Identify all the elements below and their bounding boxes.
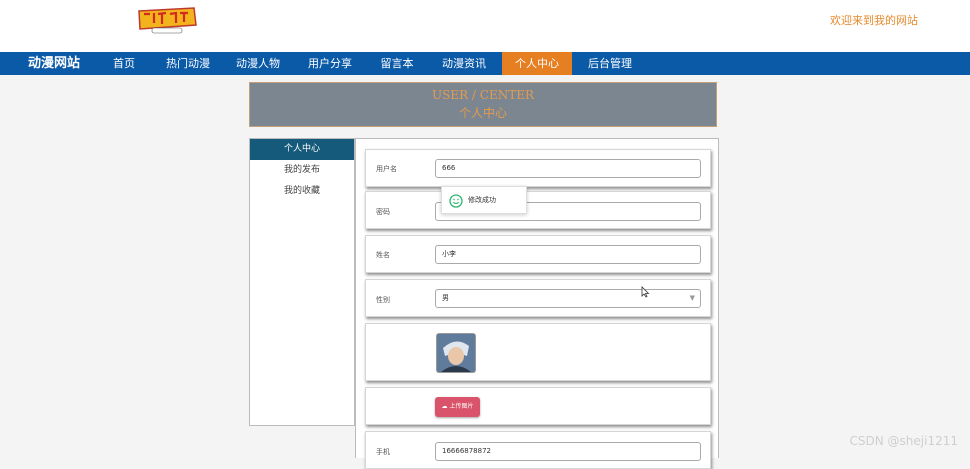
nav-item-user-center[interactable]: 个人中心 [502, 52, 572, 75]
upload-button-label: 上传图片 [449, 403, 474, 410]
form-row-upload: ☁ 上传图片 [365, 387, 711, 425]
profile-form: 用户名 666 密码 姓名 小李 性别 男 ▼ ☁ 上传图片 手机 166668… [355, 138, 719, 469]
nav-item-user-share[interactable]: 用户分享 [302, 52, 358, 75]
page-title-zh: 个人中心 [458, 106, 507, 120]
name-label: 姓名 [376, 251, 390, 259]
main-nav: 动漫网站 首页 热门动漫 动漫人物 用户分享 留言本 动漫资讯 个人中心 后台管… [0, 52, 970, 75]
nav-item-admin[interactable]: 后台管理 [582, 52, 638, 75]
digimon-logo-icon[interactable] [136, 5, 198, 35]
sidebar-item-user-center[interactable]: 个人中心 [250, 139, 354, 160]
nav-item-hot-anime[interactable]: 热门动漫 [160, 52, 216, 75]
username-label: 用户名 [376, 165, 397, 173]
success-toast: 修改成功 [441, 186, 527, 214]
nav-item-news[interactable]: 动漫资讯 [436, 52, 492, 75]
password-label: 密码 [376, 208, 390, 216]
nav-item-guestbook[interactable]: 留言本 [372, 52, 422, 75]
nav-item-home[interactable]: 首页 [100, 52, 148, 75]
page-title-en: USER / CENTER [431, 88, 535, 102]
sidebar: 个人中心 我的发布 我的收藏 [249, 138, 355, 426]
gender-label: 性别 [376, 296, 390, 304]
nav-brand[interactable]: 动漫网站 [28, 52, 80, 75]
smile-icon [449, 194, 463, 208]
nav-item-characters[interactable]: 动漫人物 [230, 52, 286, 75]
form-row-gender: 性别 男 ▼ [365, 279, 711, 317]
upload-image-button[interactable]: ☁ 上传图片 [435, 397, 480, 417]
watermark: CSDN @sheji1211 [849, 434, 958, 448]
form-row-username: 用户名 666 [365, 149, 711, 187]
form-row-password: 密码 [365, 191, 711, 229]
sidebar-item-my-favorites[interactable]: 我的收藏 [250, 181, 354, 202]
username-input[interactable]: 666 [435, 159, 701, 178]
page-title-band: USER / CENTER 个人中心 [249, 82, 717, 127]
form-row-avatar [365, 323, 711, 381]
top-header: 欢迎来到我的网站 [0, 0, 970, 52]
gender-select-value: 男 [442, 294, 449, 302]
sidebar-item-my-posts[interactable]: 我的发布 [250, 160, 354, 181]
phone-input[interactable]: 16666878872 [435, 442, 701, 461]
avatar[interactable] [436, 333, 476, 373]
name-input[interactable]: 小李 [435, 245, 701, 264]
chevron-down-icon: ▼ [689, 294, 695, 302]
mouse-cursor-icon [641, 286, 650, 298]
welcome-text: 欢迎来到我的网站 [830, 14, 918, 27]
cloud-upload-icon: ☁ [441, 403, 448, 410]
toast-message: 修改成功 [468, 196, 496, 204]
form-row-phone: 手机 16666878872 [365, 431, 711, 469]
form-row-name: 姓名 小李 [365, 235, 711, 273]
phone-label: 手机 [376, 448, 390, 456]
gender-select[interactable]: 男 ▼ [435, 289, 701, 308]
